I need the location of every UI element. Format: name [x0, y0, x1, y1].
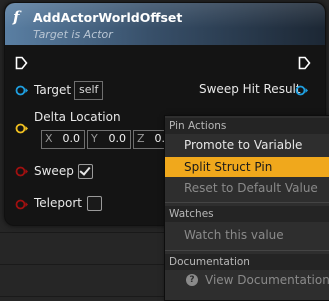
delta-location-pin-label: Delta Location [34, 110, 121, 124]
menu-separator [165, 250, 329, 251]
delta-location-y-field[interactable]: Y 0.0 [87, 130, 131, 149]
node-title: AddActorWorldOffset [33, 10, 183, 25]
node-subtitle: Target is Actor [33, 28, 113, 41]
menu-section-documentation: Documentation [165, 254, 329, 270]
target-default-value: self [74, 81, 104, 100]
menu-section-pin-actions: Pin Actions [165, 118, 329, 134]
sweep-pin-label: Sweep [34, 164, 74, 178]
menu-item-view-documentation[interactable]: ? View Documentation [165, 270, 329, 290]
sweep-checkbox[interactable] [78, 164, 93, 179]
target-object-pin-icon[interactable] [15, 85, 29, 96]
help-icon: ? [186, 274, 198, 286]
sweep-bool-pin-icon[interactable] [15, 166, 29, 177]
exec-input-pin-icon[interactable] [15, 56, 28, 70]
menu-item-promote-to-variable[interactable]: Promote to Variable [165, 135, 329, 155]
delta-location-x-field[interactable]: X 0.0 [41, 130, 85, 149]
z-axis-label: Z [137, 132, 145, 145]
target-pin-label: Target [34, 83, 72, 97]
y-axis-label: Y [91, 132, 98, 145]
delta-location-vector-pin-icon[interactable] [15, 123, 29, 134]
menu-item-split-struct-pin[interactable]: Split Struct Pin [165, 157, 329, 177]
y-value: 0.0 [108, 132, 127, 145]
blueprint-graph-canvas[interactable]: f AddActorWorldOffset Target is Actor Ta… [0, 0, 329, 301]
x-axis-label: X [45, 132, 53, 145]
menu-item-reset-to-default[interactable]: Reset to Default Value [165, 178, 329, 198]
teleport-pin-label: Teleport [34, 196, 82, 210]
pin-context-menu: Pin Actions Promote to Variable Split St… [164, 115, 329, 301]
menu-separator [165, 202, 329, 203]
function-icon: f [13, 8, 20, 26]
menu-item-watch-this-value[interactable]: Watch this value [165, 225, 329, 245]
sweep-hit-result-pin-label: Sweep Hit Result [199, 82, 301, 96]
sweep-hit-result-pin-icon[interactable] [295, 85, 309, 96]
exec-output-pin-icon[interactable] [298, 56, 311, 70]
view-documentation-label: View Documentation [205, 273, 329, 287]
teleport-checkbox[interactable] [87, 196, 102, 211]
menu-section-watches: Watches [165, 206, 329, 222]
teleport-bool-pin-icon[interactable] [15, 199, 29, 210]
x-value: 0.0 [62, 132, 81, 145]
